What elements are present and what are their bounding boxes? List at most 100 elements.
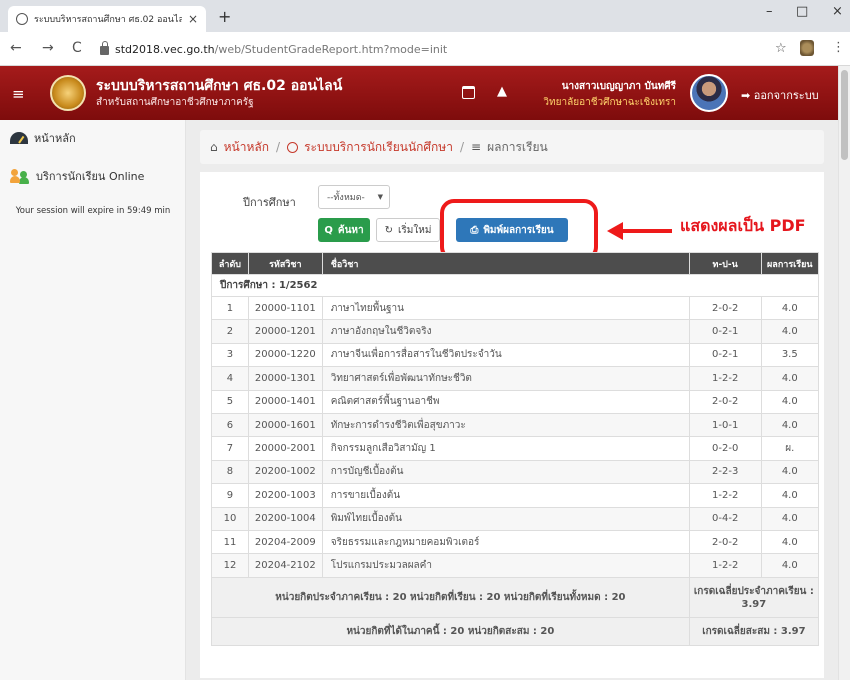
cell-grade: 4.0 bbox=[760, 412, 820, 438]
cell-code: 20204-2009 bbox=[247, 529, 323, 555]
cell-credits: 0-2-1 bbox=[688, 342, 762, 368]
app-header: ≡ ระบบบริหารสถานศึกษา ศธ.02 ออนไลน์ สำหร… bbox=[0, 66, 838, 120]
table-row: 12 20204-2102 โปรแกรมประมวลผลคำ 1-2-2 4.0 bbox=[211, 553, 820, 578]
col-header-code: รหัสวิชา bbox=[247, 252, 323, 275]
cell-code: 20000-1201 bbox=[247, 319, 323, 344]
cell-code: 20000-1101 bbox=[247, 295, 323, 321]
cell-grade: 4.0 bbox=[760, 319, 820, 344]
col-header-credits: ท-ป-น bbox=[688, 252, 762, 275]
breadcrumb-home[interactable]: หน้าหลัก bbox=[224, 138, 269, 157]
calendar-icon[interactable] bbox=[462, 86, 475, 99]
extension-icon[interactable] bbox=[800, 40, 814, 56]
app-title: ระบบบริหารสถานศึกษา ศธ.02 ออนไลน์ bbox=[96, 78, 343, 94]
cell-name: วิทยาศาสตร์เพื่อพัฒนาทักษะชีวิต bbox=[321, 366, 690, 391]
chevron-down-icon: ▼ bbox=[377, 193, 383, 201]
breadcrumb-service[interactable]: ระบบบริการนักเรียนนักศึกษา bbox=[304, 138, 453, 157]
user-organization: วิทยาลัยอาชีวศึกษาฉะเชิงเทรา bbox=[543, 97, 676, 108]
cell-grade: 3.5 bbox=[760, 342, 820, 368]
cell-grade: 4.0 bbox=[760, 389, 820, 414]
breadcrumb-current: ผลการเรียน bbox=[487, 139, 548, 154]
cumulative-gpa: เกรดเฉลี่ยสะสม : 3.97 bbox=[688, 616, 820, 646]
cell-name: ภาษาอังกฤษในชีวิตจริง bbox=[321, 319, 690, 344]
url-path: /web/StudentGradeReport.htm?mode=init bbox=[214, 42, 448, 56]
year-select-value: --ทั้งหมด- bbox=[327, 193, 365, 203]
table-row: 10 20200-1004 พิมพ์ไทยเบื้องต้น 0-4-2 4.0 bbox=[211, 506, 820, 531]
cell-grade: 4.0 bbox=[760, 295, 820, 321]
cell-no: 12 bbox=[211, 553, 249, 578]
reset-button[interactable]: ↻ เริ่มใหม่ bbox=[376, 218, 440, 242]
hamburger-menu-icon[interactable]: ≡ bbox=[12, 85, 25, 103]
cell-name: กิจกรรมลูกเสือวิสามัญ 1 bbox=[321, 436, 690, 461]
col-header-no: ลำดับ bbox=[211, 252, 249, 275]
bell-icon[interactable]: ▲ bbox=[497, 84, 507, 99]
cell-credits: 2-0-2 bbox=[688, 295, 762, 321]
cell-no: 7 bbox=[211, 436, 249, 461]
cell-credits: 0-2-1 bbox=[688, 319, 762, 344]
school-logo bbox=[50, 75, 86, 111]
sidebar-item-home[interactable]: หน้าหลัก bbox=[10, 128, 76, 148]
search-button[interactable]: Q ค้นหา bbox=[318, 218, 370, 242]
search-icon: Q bbox=[324, 224, 333, 236]
sidebar-item-label: หน้าหลัก bbox=[34, 132, 76, 145]
bookmark-star-icon[interactable]: ☆ bbox=[775, 41, 787, 56]
tab-close-icon[interactable]: × bbox=[188, 12, 198, 26]
globe-icon bbox=[16, 13, 28, 25]
cell-grade: 4.0 bbox=[760, 459, 820, 485]
sidebar-item-label: บริการนักเรียน Online bbox=[36, 170, 145, 183]
table-header-row: ลำดับ รหัสวิชา ชื่อวิชา ท-ป-น ผลการเรียน bbox=[211, 252, 820, 275]
scrollbar[interactable] bbox=[838, 66, 850, 680]
sidebar-item-student-services[interactable]: บริการนักเรียน Online bbox=[10, 166, 144, 186]
cell-name: ภาษาจีนเพื่อการสื่อสารในชีวิตประจำวัน bbox=[321, 342, 690, 368]
main-content: ⌂ หน้าหลัก / ระบบบริการนักเรียนนักศึกษา … bbox=[186, 120, 838, 680]
cell-code: 20200-1004 bbox=[247, 506, 323, 531]
cell-grade: 4.0 bbox=[760, 553, 820, 578]
cell-no: 2 bbox=[211, 319, 249, 344]
cell-no: 10 bbox=[211, 506, 249, 531]
cell-grade: 4.0 bbox=[760, 366, 820, 391]
arrow-line bbox=[620, 229, 672, 233]
url-input[interactable]: std2018.vec.go.th /web/StudentGradeRepor… bbox=[100, 37, 740, 61]
table-row: 9 20200-1003 การขายเบื้องต้น 1-2-2 4.0 bbox=[211, 483, 820, 508]
cell-code: 20000-1220 bbox=[247, 342, 323, 368]
cell-no: 11 bbox=[211, 529, 249, 555]
reload-icon[interactable]: C bbox=[72, 40, 82, 56]
cell-credits: 2-0-2 bbox=[688, 389, 762, 414]
scrollbar-thumb[interactable] bbox=[841, 70, 848, 160]
minimize-icon[interactable]: – bbox=[766, 4, 773, 19]
summary-row-term: หน่วยกิตประจำภาคเรียน : 20 หน่วยกิตที่เร… bbox=[211, 576, 820, 618]
new-tab-icon[interactable]: + bbox=[218, 7, 231, 26]
avatar[interactable] bbox=[690, 74, 728, 112]
cell-grade: ผ. bbox=[760, 436, 820, 461]
logout-button[interactable]: ➡ ออกจากระบบ bbox=[741, 86, 819, 104]
users-icon bbox=[10, 168, 30, 184]
table-row: 8 20200-1002 การบัญชีเบื้องต้น 2-2-3 4.0 bbox=[211, 459, 820, 485]
cell-grade: 4.0 bbox=[760, 506, 820, 531]
summary-row-cumulative: หน่วยกิตที่ได้ในภาคนี้ : 20 หน่วยกิตสะสม… bbox=[211, 616, 820, 646]
pdf-annotation-note: แสดงผลเป็น PDF bbox=[680, 216, 806, 235]
table-row: 11 20204-2009 จริยธรรมและกฎหมายคอมพิวเตอร์… bbox=[211, 529, 820, 555]
breadcrumb-separator: / bbox=[276, 140, 281, 154]
browser-tab[interactable]: ระบบบริหารสถานศึกษา ศธ.02 ออนไลน์ × bbox=[8, 6, 206, 32]
cell-no: 9 bbox=[211, 483, 249, 508]
term-row: ปีการศึกษา : 1/2562 bbox=[211, 274, 819, 297]
breadcrumb: ⌂ หน้าหลัก / ระบบบริการนักเรียนนักศึกษา … bbox=[200, 130, 824, 164]
back-icon[interactable]: ← bbox=[10, 40, 22, 56]
logout-icon: ➡ bbox=[741, 89, 751, 102]
browser-menu-icon[interactable]: ⋮ bbox=[832, 40, 845, 55]
table-row: 1 20000-1101 ภาษาไทยพื้นฐาน 2-0-2 4.0 bbox=[211, 295, 820, 321]
forward-icon[interactable]: → bbox=[42, 40, 54, 56]
cell-credits: 1-2-2 bbox=[688, 366, 762, 391]
maximize-icon[interactable]: □ bbox=[796, 4, 808, 19]
term-gpa: เกรดเฉลี่ยประจำภาคเรียน : 3.97 bbox=[688, 576, 820, 618]
service-icon bbox=[287, 141, 299, 153]
tab-title: ระบบบริหารสถานศึกษา ศธ.02 ออนไลน์ bbox=[34, 15, 182, 25]
window-close-icon[interactable]: × bbox=[832, 4, 843, 19]
user-name: นางสาวเบญญาภา บันทศีรี bbox=[561, 81, 676, 92]
reset-button-label: เริ่มใหม่ bbox=[397, 224, 432, 236]
cell-name: ภาษาไทยพื้นฐาน bbox=[321, 295, 690, 321]
session-timer: Your session will expire in 59:49 min bbox=[15, 206, 171, 216]
year-select[interactable]: --ทั้งหมด- ▼ bbox=[318, 185, 390, 209]
address-bar-row: ← → C std2018.vec.go.th /web/StudentGrad… bbox=[0, 32, 850, 66]
cell-name: ทักษะการดำรงชีวิตเพื่อสุขภาวะ bbox=[321, 412, 690, 438]
cell-credits: 1-2-2 bbox=[688, 553, 762, 578]
